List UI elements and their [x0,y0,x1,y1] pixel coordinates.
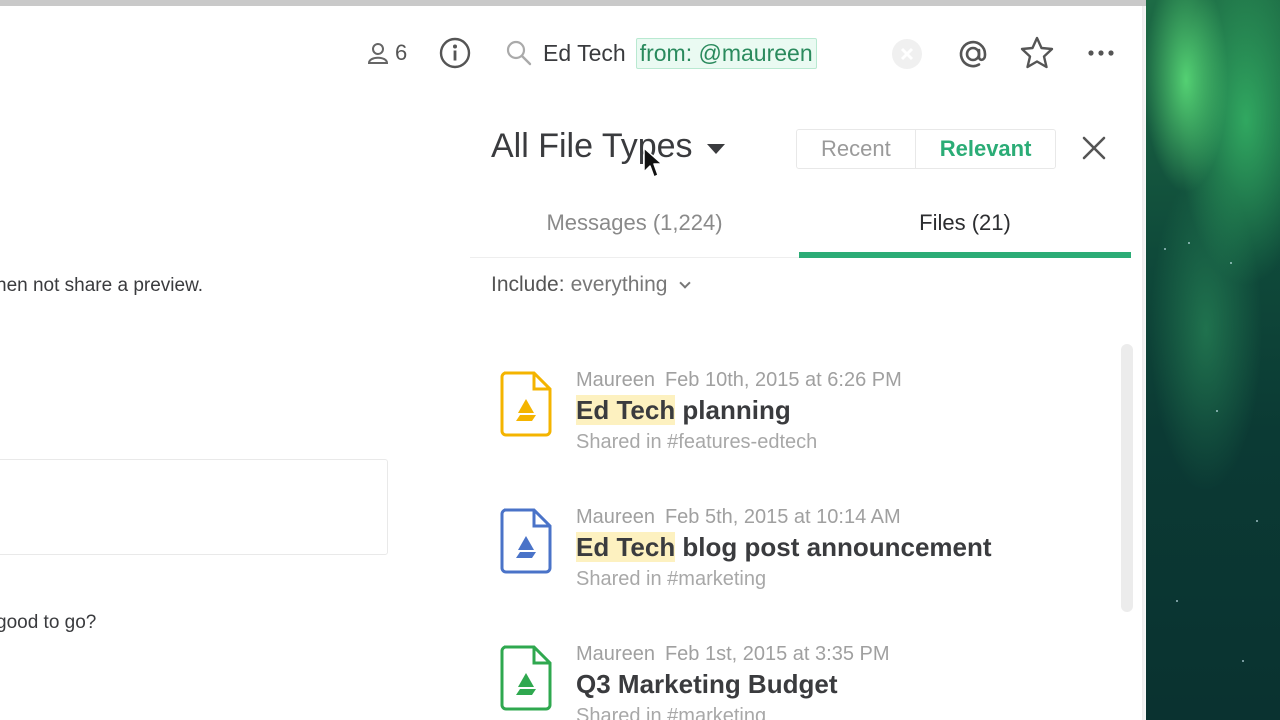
include-filter-dropdown[interactable]: Include: everything [491,273,692,297]
caret-down-icon [706,143,725,154]
close-search-button[interactable] [1078,132,1110,164]
window-top-edge [0,0,1146,6]
search-highlight: Ed Tech [576,395,676,425]
clear-search-button[interactable] [890,37,924,71]
result-channel: Shared in #marketing [576,705,767,720]
result-author: Maureen [576,369,655,391]
result-author: Maureen [576,506,655,528]
member-count-button[interactable]: 6 [367,36,407,70]
search-query: Ed Tech [543,39,626,66]
google-drive-doc-icon [500,371,552,437]
result-channel: Shared in #marketing [576,568,767,590]
at-sign-icon [959,40,987,68]
message-text: hen not share a preview. [0,275,204,296]
mouse-cursor-icon [643,147,663,178]
info-icon [439,37,471,69]
sort-relevant-button[interactable]: Relevant [914,130,1056,168]
file-type-dropdown[interactable]: All File Types [491,127,725,166]
google-drive-sheet-icon [500,645,552,711]
channel-info-button[interactable] [438,36,472,70]
result-date: Feb 5th, 2015 at 10:14 AM [664,506,901,528]
attachment-preview[interactable] [0,459,388,555]
desktop-background [1146,0,1280,720]
close-icon [1082,136,1106,160]
mentions-button[interactable] [955,36,991,72]
more-icon [1088,50,1114,56]
chevron-down-icon [679,277,692,289]
more-options-button[interactable] [1083,36,1119,70]
search-modifier-token[interactable]: from: @maureen [635,37,817,69]
result-title: Ed Tech blog post announcement [576,532,992,562]
result-title: Q3 Marketing Budget [576,669,838,699]
tab-files[interactable]: Files (21) [799,200,1131,258]
sort-recent-button[interactable]: Recent [797,130,915,168]
search-field[interactable]: Ed Tech from: @maureen [505,34,817,72]
member-count: 6 [395,40,408,65]
include-value: everything [570,273,668,296]
include-label: Include: [491,273,565,296]
person-icon [367,43,389,64]
results-scrollbar[interactable] [1121,344,1133,612]
search-highlight: Ed Tech [576,532,676,562]
google-drive-doc-icon [500,508,552,574]
tab-messages[interactable]: Messages (1,224) [470,200,799,257]
star-icon [1020,36,1054,69]
result-date: Feb 1st, 2015 at 3:35 PM [664,643,890,665]
sort-toggle: Recent Relevant [796,129,1057,169]
search-icon [506,40,532,66]
result-tabs: Messages (1,224) Files (21) [470,200,1131,258]
clear-icon [892,39,922,69]
result-title: Ed Tech planning [576,395,791,425]
message-text: good to go? [0,612,97,633]
result-date: Feb 10th, 2015 at 6:26 PM [664,369,902,391]
result-channel: Shared in #features-edtech [576,431,818,453]
starred-items-button[interactable] [1019,35,1055,71]
result-author: Maureen [576,643,655,665]
